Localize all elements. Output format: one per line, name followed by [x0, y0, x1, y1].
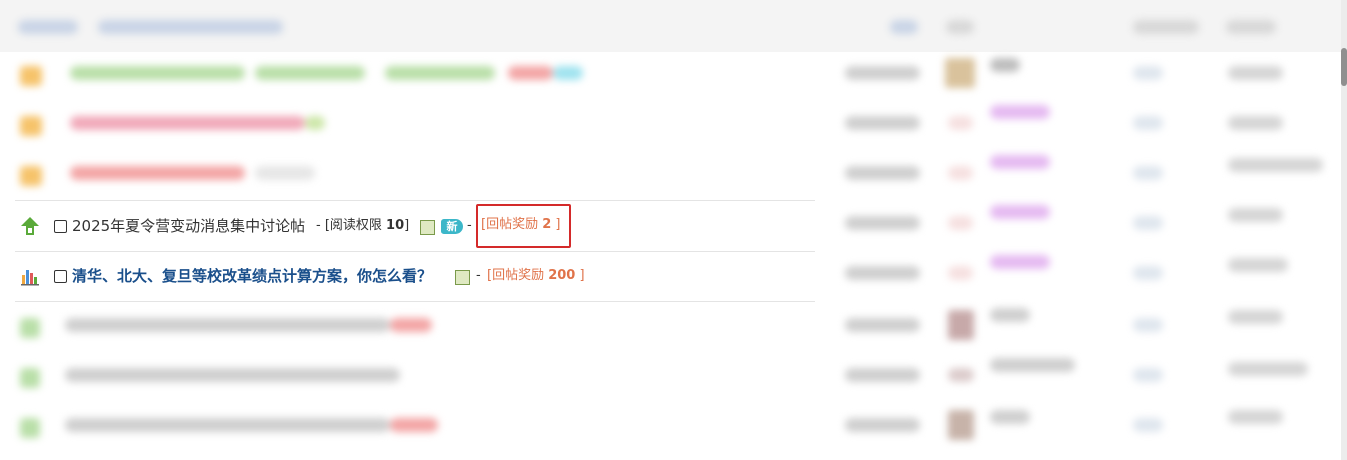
scrollbar-thumb[interactable] [1341, 48, 1347, 86]
checkbox[interactable] [54, 220, 67, 233]
table-header [0, 0, 1347, 52]
thread-title-link[interactable]: 2025年夏令营变动消息集中讨论帖 [72, 216, 305, 236]
checkbox[interactable] [54, 270, 67, 283]
dash-separator: - [476, 268, 481, 283]
reply-reward-label: [回帖奖励 200 ] [487, 268, 585, 283]
row-divider [15, 301, 815, 302]
image-attachment-icon [420, 220, 435, 235]
bar-chart-icon [21, 270, 39, 286]
image-attachment-icon [455, 270, 470, 285]
read-permission-label: - [阅读权限 10] [316, 218, 410, 233]
highlight-box [476, 204, 571, 248]
thread-title-link[interactable]: 清华、北大、复旦等校改革绩点计算方案，你怎么看？ [72, 266, 432, 286]
new-badge: 新 [441, 219, 463, 234]
arrow-up-icon [21, 217, 39, 235]
dash-separator: - [467, 218, 472, 233]
